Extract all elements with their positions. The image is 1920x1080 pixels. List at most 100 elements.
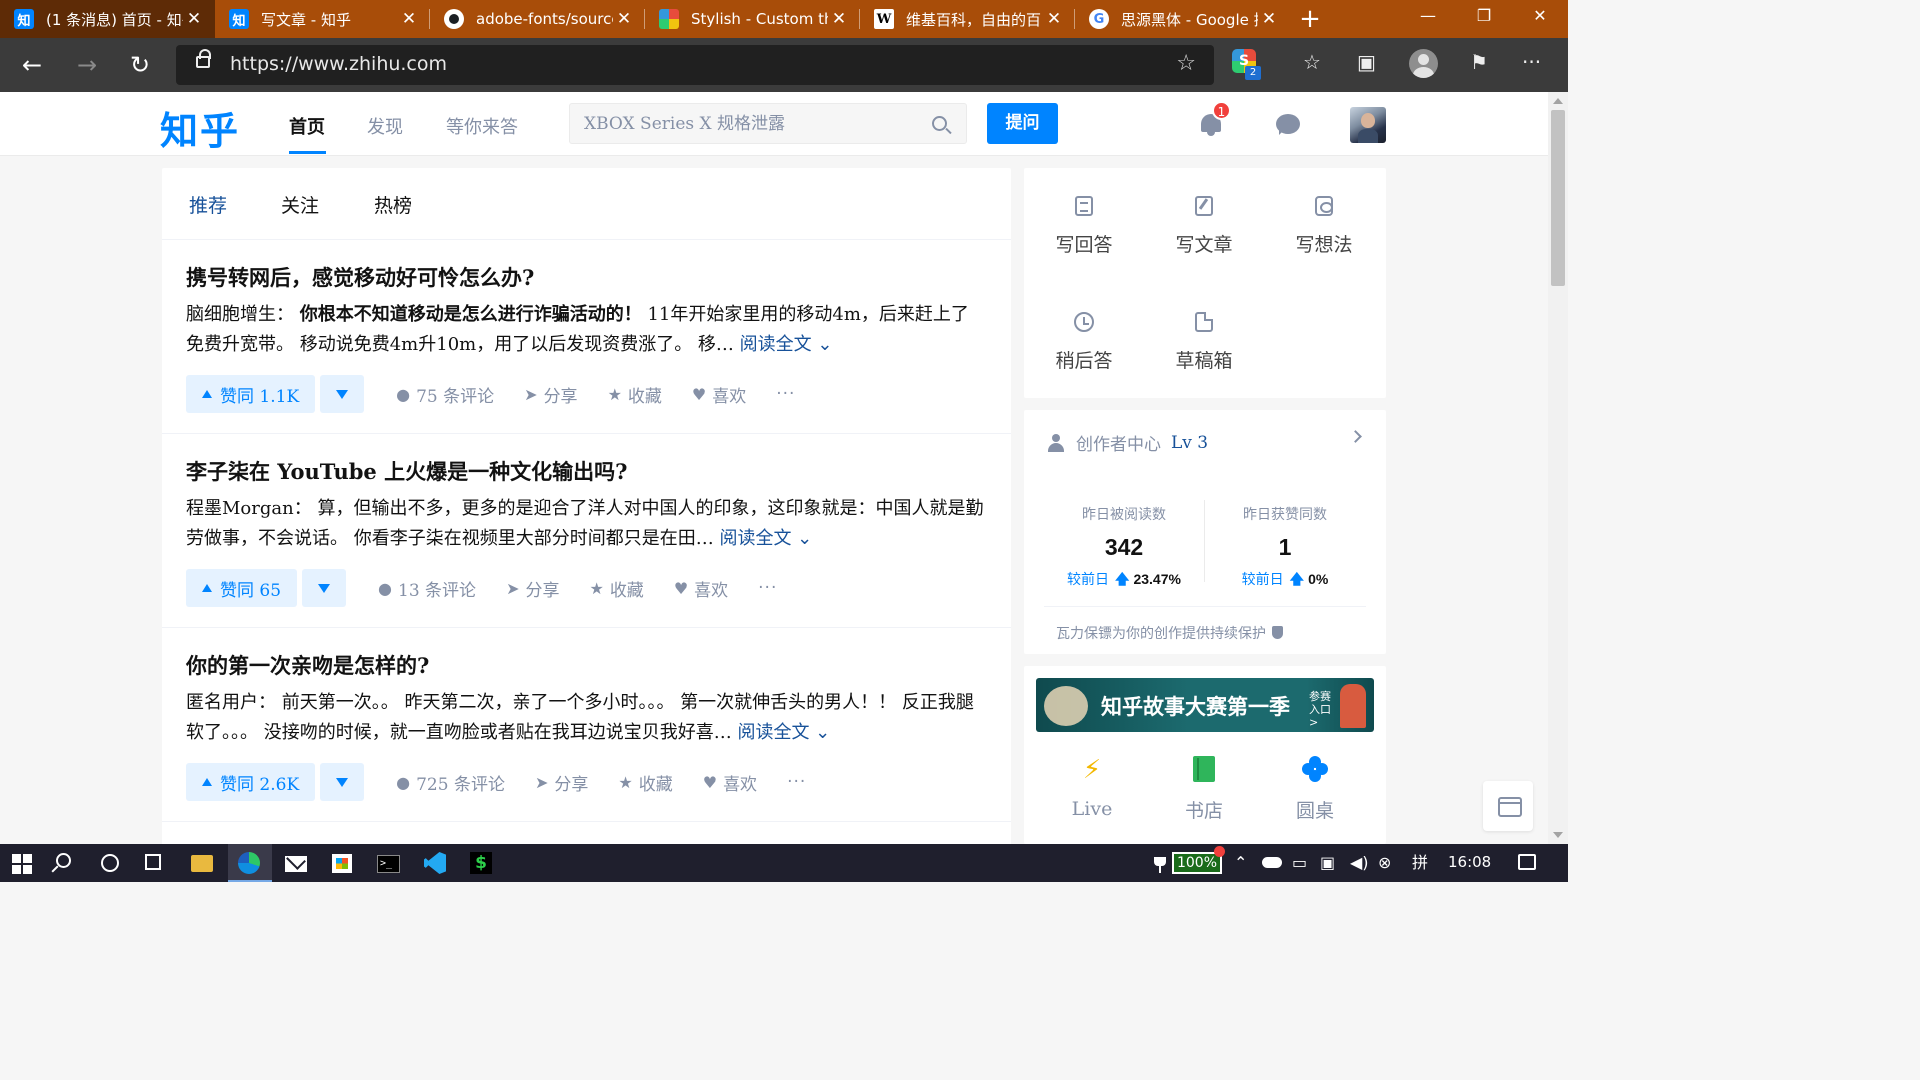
floating-message-button[interactable] <box>1483 781 1533 831</box>
upvote-button[interactable]: 赞同 2.6K <box>186 763 316 801</box>
share-button[interactable]: ➤ 分享 <box>535 770 588 795</box>
new-tab-button[interactable]: + <box>1290 0 1330 38</box>
forward-button[interactable]: → <box>77 52 97 78</box>
tab-hot[interactable]: 热榜 <box>374 191 412 218</box>
feedback-icon[interactable]: ⚑ <box>1470 50 1488 74</box>
nav-home[interactable]: 首页 <box>289 113 325 139</box>
ask-question-button[interactable]: 提问 <box>987 103 1058 144</box>
browser-tab-github[interactable]: adobe-fonts/source- ✕ <box>430 0 645 38</box>
more-menu-icon[interactable]: ··· <box>1522 50 1541 74</box>
service-live[interactable]: ⚡ Live <box>1047 756 1137 820</box>
search-icon[interactable] <box>932 116 947 131</box>
comment-button[interactable]: ● 725 条评论 <box>396 770 505 795</box>
terminal-icon[interactable]: >_ <box>377 855 400 873</box>
downvote-button[interactable] <box>302 569 347 607</box>
question-title[interactable]: 携号转网后，感觉移动好可怜怎么办? <box>186 262 534 292</box>
favorite-button[interactable]: ★ 收藏 <box>589 576 643 601</box>
zhihu-logo[interactable]: 知乎 <box>160 100 240 155</box>
upvote-button[interactable]: 赞同 1.1K <box>186 375 316 413</box>
tab-recommend[interactable]: 推荐 <box>189 191 227 218</box>
more-icon[interactable]: ··· <box>758 578 777 598</box>
comment-button[interactable]: ● 75 条评论 <box>396 382 494 407</box>
battery-indicator[interactable]: 100% <box>1172 852 1222 874</box>
browser-tab-zhihu-home[interactable]: 知 (1 条消息) 首页 - 知乎 ✕ <box>0 0 215 38</box>
cortana-icon[interactable] <box>101 854 119 872</box>
read-more-link[interactable]: 阅读全文 ⌄ <box>740 334 833 355</box>
notification-center-icon[interactable] <box>1518 854 1536 870</box>
close-tab-icon[interactable]: ✕ <box>1258 9 1280 29</box>
page-scrollbar[interactable] <box>1548 92 1568 844</box>
volume-icon[interactable]: ◀) <box>1350 854 1369 872</box>
answer-excerpt[interactable]: 程墨Morgan： 算，但输出不多，更多的是迎合了洋人对中国人的印象，这印象就是… <box>186 494 986 554</box>
upvote-button[interactable]: 赞同 65 <box>186 569 298 607</box>
browser-tab-wikipedia[interactable]: W 维基百科，自由的百 ✕ <box>860 0 1075 38</box>
store-icon[interactable] <box>332 854 352 873</box>
scroll-up-icon[interactable] <box>1553 98 1563 104</box>
answer-excerpt[interactable]: 匿名用户： 前天第一次。。 昨天第二次，亲了一个多小时。。。 第一次就伸舌头的男… <box>186 688 986 748</box>
windows-start-icon[interactable] <box>12 854 32 874</box>
browser-tab-stylish[interactable]: Stylish - Custom ther ✕ <box>645 0 860 38</box>
battery-icon[interactable]: ▭ <box>1292 854 1307 872</box>
chevron-up-icon[interactable]: ⌃ <box>1234 854 1247 872</box>
back-button[interactable]: ← <box>22 52 42 78</box>
add-favorite-icon[interactable]: ☆ <box>1176 51 1196 76</box>
task-view-icon[interactable] <box>145 854 161 870</box>
service-bookstore[interactable]: 书店 <box>1159 756 1249 823</box>
profile-icon[interactable] <box>1409 49 1438 78</box>
service-roundtable[interactable]: 圆桌 <box>1270 756 1360 823</box>
address-bar[interactable]: https://www.zhihu.com ☆ <box>176 45 1214 85</box>
onedrive-icon[interactable] <box>1262 857 1282 868</box>
mail-icon[interactable] <box>285 856 307 872</box>
close-tab-icon[interactable]: ✕ <box>1043 9 1065 29</box>
downvote-button[interactable] <box>320 763 365 801</box>
file-explorer-icon[interactable] <box>191 855 213 872</box>
like-button[interactable]: ♥ 喜欢 <box>674 576 728 601</box>
downvote-button[interactable] <box>320 375 365 413</box>
close-tab-icon[interactable]: ✕ <box>398 9 420 29</box>
close-tab-icon[interactable]: ✕ <box>613 9 635 29</box>
message-icon[interactable] <box>1276 114 1300 135</box>
restore-button[interactable]: ❐ <box>1456 0 1512 30</box>
like-button[interactable]: ♥ 喜欢 <box>692 382 746 407</box>
tab-follow[interactable]: 关注 <box>281 191 319 218</box>
question-title[interactable]: 李子柒在 YouTube 上火爆是一种文化输出吗? <box>186 456 627 486</box>
answer-later-button[interactable]: 稍后答 <box>1024 312 1144 373</box>
write-idea-button[interactable]: 写想法 <box>1264 196 1384 257</box>
favorites-icon[interactable]: ☆ <box>1303 50 1321 74</box>
collections-icon[interactable]: ▣ <box>1357 50 1376 74</box>
chevron-right-icon[interactable] <box>1349 430 1362 443</box>
more-icon[interactable]: ··· <box>776 384 795 404</box>
nav-waiting-answers[interactable]: 等你来答 <box>446 113 518 139</box>
browser-tab-write-article[interactable]: 知 写文章 - 知乎 ✕ <box>215 0 430 38</box>
close-tab-icon[interactable]: ✕ <box>183 9 205 29</box>
network-icon[interactable]: ▣ <box>1320 854 1335 872</box>
write-answer-button[interactable]: 写回答 <box>1024 196 1144 257</box>
favorite-button[interactable]: ★ 收藏 <box>618 770 672 795</box>
dollar-app-icon[interactable]: $ <box>470 852 492 874</box>
more-icon[interactable]: ··· <box>787 772 806 792</box>
read-more-link[interactable]: 阅读全文 ⌄ <box>719 528 812 549</box>
nav-discover[interactable]: 发现 <box>367 113 403 139</box>
story-contest-banner[interactable]: 知乎故事大赛第一季 参赛入口 > <box>1036 678 1374 732</box>
avatar[interactable] <box>1350 107 1386 143</box>
clock-time[interactable]: 16:08 <box>1448 853 1491 871</box>
like-button[interactable]: ♥ 喜欢 <box>703 770 757 795</box>
question-title[interactable]: 你的第一次亲吻是怎样的? <box>186 650 429 680</box>
mute-status-icon[interactable]: ⊗ <box>1378 854 1391 872</box>
minimize-button[interactable]: — <box>1400 0 1456 30</box>
ime-icon[interactable]: 拼 <box>1412 854 1428 872</box>
drafts-button[interactable]: 草稿箱 <box>1144 312 1264 373</box>
browser-tab-google[interactable]: G 思源黑体 - Google 搜 ✕ <box>1075 0 1290 38</box>
protection-note[interactable]: 瓦力保镖为你的创作提供持续保护 <box>1044 606 1366 643</box>
search-input[interactable] <box>584 114 914 134</box>
write-article-button[interactable]: 写文章 <box>1144 196 1264 257</box>
share-button[interactable]: ➤ 分享 <box>506 576 559 601</box>
answer-excerpt[interactable]: 脑细胞增生： 你根本不知道移动是怎么进行诈骗活动的！ 11年开始家里用的移动4m… <box>186 300 986 360</box>
read-more-link[interactable]: 阅读全文 ⌄ <box>737 722 830 743</box>
comment-button[interactable]: ● 13 条评论 <box>378 576 476 601</box>
reload-button[interactable]: ↻ <box>130 52 150 78</box>
scrollbar-thumb[interactable] <box>1551 110 1565 286</box>
favorite-button[interactable]: ★ 收藏 <box>608 382 662 407</box>
creator-center-link[interactable]: 创作者中心 Lv 3 <box>1048 430 1208 455</box>
close-tab-icon[interactable]: ✕ <box>828 9 850 29</box>
